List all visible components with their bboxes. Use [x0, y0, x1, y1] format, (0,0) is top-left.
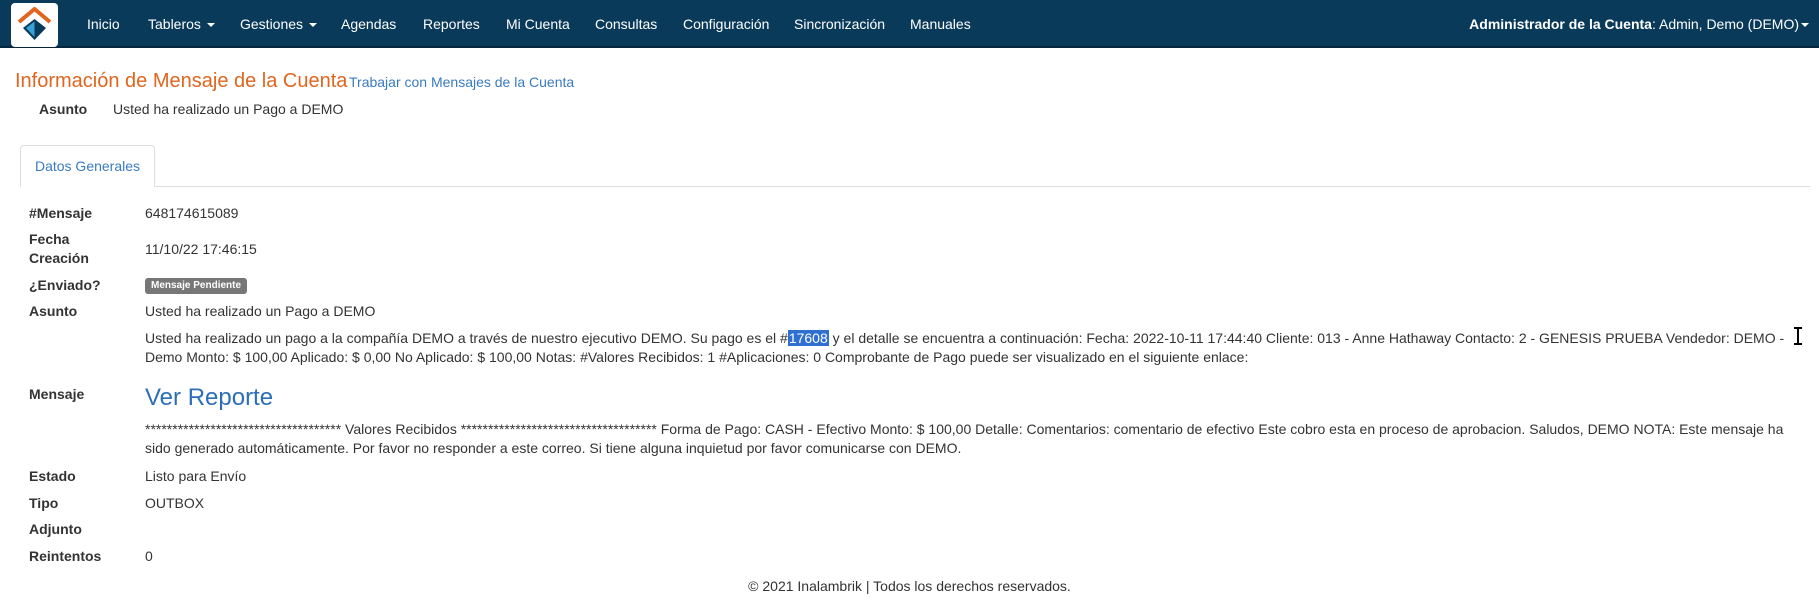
field-value-estado: Listo para Envío	[145, 468, 247, 484]
nav-configuracion[interactable]: Configuración	[683, 16, 769, 32]
field-label-fecha-line1: Fecha	[29, 231, 70, 247]
message-body-part2: ************************************ Val…	[145, 421, 1784, 456]
field-label-estado: Estado	[29, 468, 76, 484]
field-label-mensaje: Mensaje	[29, 386, 85, 402]
nav-inicio[interactable]: Inicio	[87, 16, 120, 32]
field-label-mensaje-id: #Mensaje	[29, 205, 93, 221]
footer-copyright: © 2021 Inalambrik | Todos los derechos r…	[748, 578, 1071, 594]
ver-reporte-link[interactable]: Ver Reporte	[145, 384, 273, 412]
nav-manuales[interactable]: Manuales	[910, 16, 971, 32]
account-user: : Admin, Demo (DEMO)	[1651, 16, 1799, 32]
work-with-messages-link[interactable]: Trabajar con Mensajes de la Cuenta	[349, 74, 574, 90]
field-label-adjunto: Adjunto	[29, 521, 82, 537]
nav-agendas[interactable]: Agendas	[341, 16, 396, 32]
tab-divider	[20, 186, 1810, 187]
nav-tableros[interactable]: Tableros	[148, 16, 215, 32]
header-subject-value: Usted ha realizado un Pago a DEMO	[113, 101, 344, 117]
message-text-before: Usted ha realizado un pago a la compañía…	[145, 330, 788, 346]
nav-sincronizacion[interactable]: Sincronización	[794, 16, 885, 32]
account-role: Administrador de la Cuenta	[1469, 16, 1652, 32]
field-label-reintentos: Reintentos	[29, 548, 102, 564]
header-subject-label: Asunto	[39, 101, 88, 117]
top-navbar: Inicio Tableros Gestiones Agendas Report…	[0, 0, 1819, 48]
field-label-fecha-line2: Creación	[29, 250, 89, 266]
field-value-tipo: OUTBOX	[145, 495, 205, 511]
field-value-mensaje-id: 648174615089	[145, 205, 239, 221]
text-cursor-icon	[1794, 327, 1802, 345]
page-title: Información de Mensaje de la Cuenta	[15, 70, 348, 92]
nav-mi-cuenta[interactable]: Mi Cuenta	[506, 16, 570, 32]
field-value-asunto: Usted ha realizado un Pago a DEMO	[145, 303, 376, 319]
tab-datos-generales[interactable]: Datos Generales	[20, 145, 155, 187]
logo-icon	[17, 7, 52, 40]
message-body-part1: Usted ha realizado un pago a la compañía…	[145, 329, 1805, 367]
highlighted-payment-number: 17608	[787, 330, 829, 346]
field-label-tipo: Tipo	[29, 495, 59, 511]
field-label-enviado: ¿Enviado?	[29, 277, 101, 293]
nav-tableros-label: Tableros	[148, 16, 201, 32]
caret-down-icon	[309, 23, 318, 28]
nav-gestiones-label: Gestiones	[240, 16, 304, 32]
nav-reportes[interactable]: Reportes	[423, 16, 480, 32]
field-label-asunto: Asunto	[29, 303, 78, 319]
company-logo[interactable]	[11, 3, 58, 47]
account-menu[interactable]: Administrador de la Cuenta: Admin, Demo …	[1469, 16, 1809, 32]
caret-down-icon	[1801, 23, 1809, 28]
nav-consultas[interactable]: Consultas	[595, 16, 657, 32]
status-badge: Mensaje Pendiente	[145, 278, 248, 294]
field-value-reintentos: 0	[145, 548, 153, 564]
nav-gestiones[interactable]: Gestiones	[240, 16, 318, 32]
field-value-fecha: 11/10/22 17:46:15	[145, 241, 257, 257]
caret-down-icon	[206, 23, 215, 28]
